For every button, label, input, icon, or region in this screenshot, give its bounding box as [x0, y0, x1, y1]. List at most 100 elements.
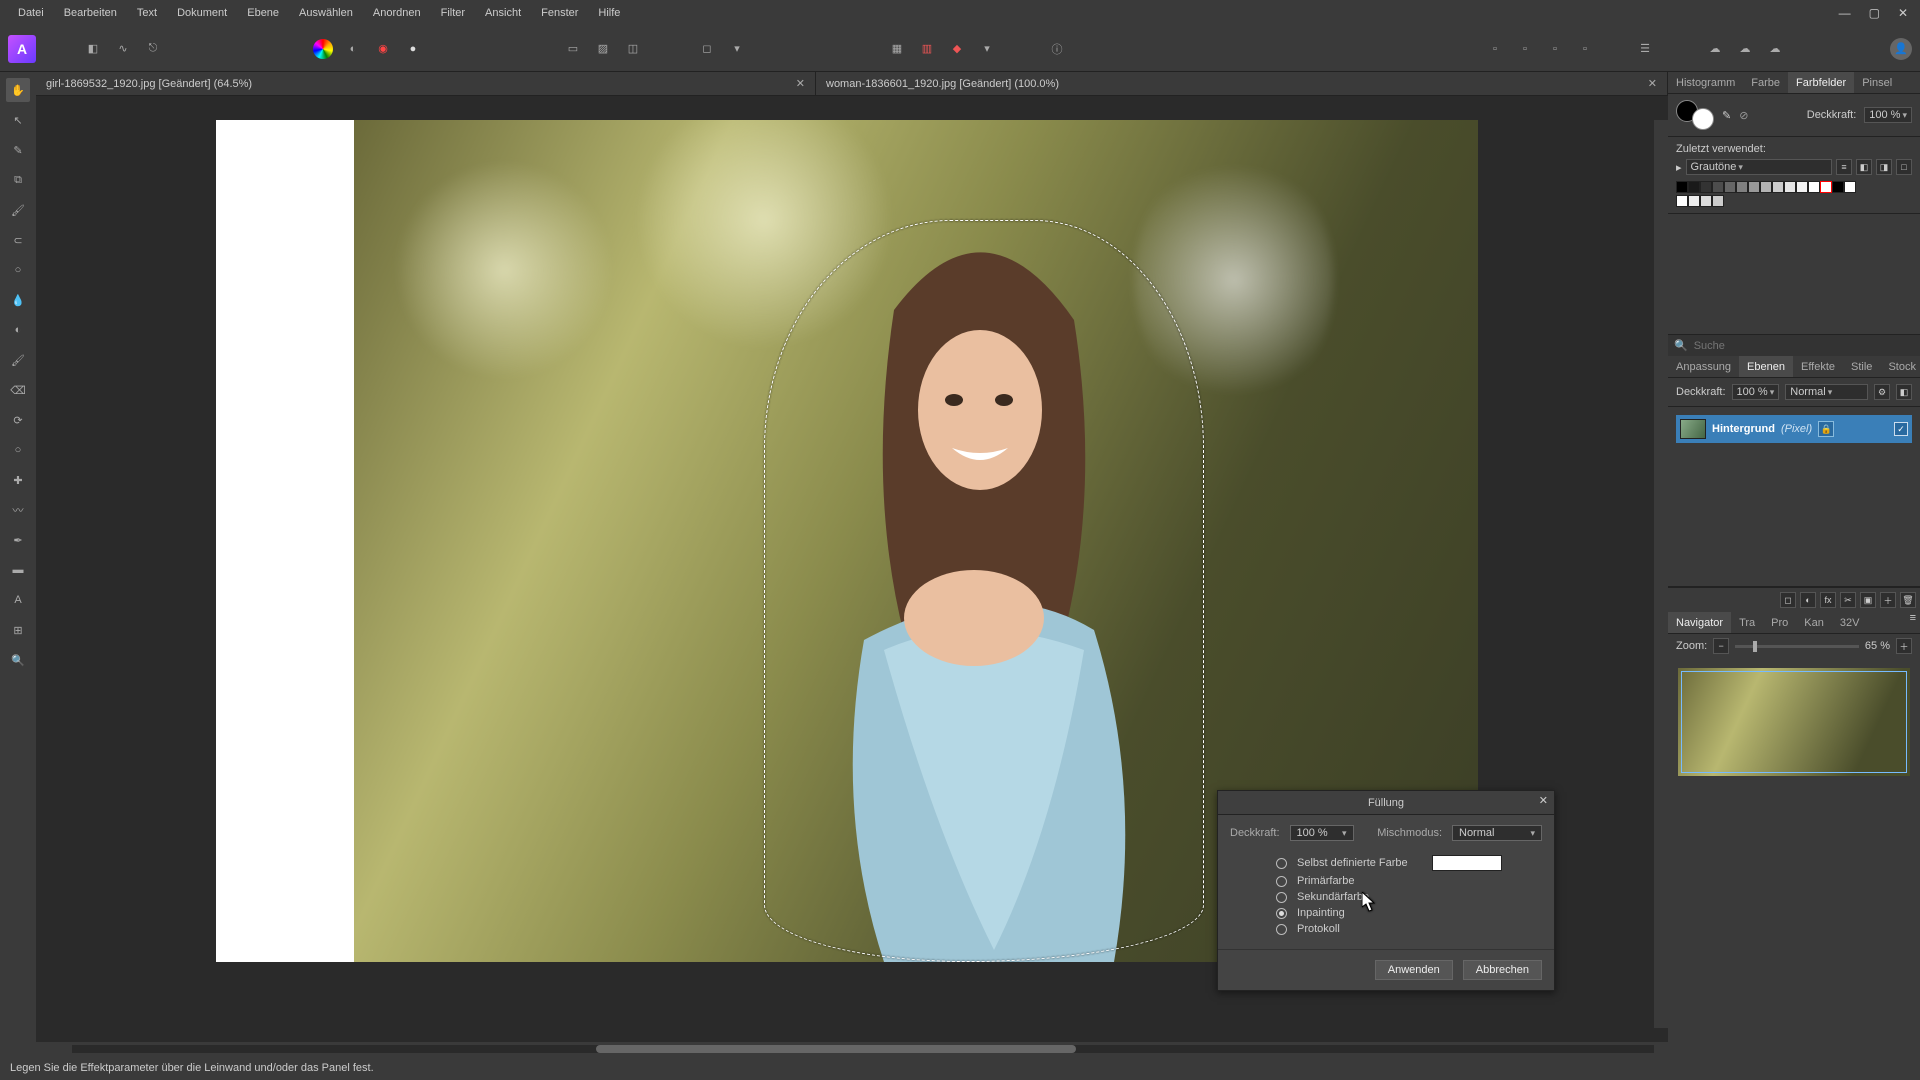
- zoom-out-icon[interactable]: −: [1713, 638, 1729, 654]
- fill-option-0[interactable]: Selbst definierte Farbe: [1230, 855, 1542, 871]
- tab-ebenen[interactable]: Ebenen: [1739, 356, 1793, 377]
- radio-icon[interactable]: [1276, 924, 1287, 935]
- erase-tool-icon[interactable]: ⌫: [6, 378, 30, 402]
- radio-icon[interactable]: [1276, 858, 1287, 869]
- tab-kan[interactable]: Kan: [1796, 612, 1832, 633]
- quickmask-icon[interactable]: ◻: [695, 37, 719, 61]
- color-wheel-icon[interactable]: [311, 37, 335, 61]
- eyedropper-mini-icon[interactable]: ✎: [1722, 109, 1731, 122]
- menu-ebene[interactable]: Ebene: [237, 7, 289, 19]
- dialog-blend-combo[interactable]: Normal: [1452, 825, 1542, 841]
- layers-adjust-icon[interactable]: ◐: [1800, 592, 1816, 608]
- persona-photo-icon[interactable]: [51, 37, 75, 61]
- move-tool-icon[interactable]: ↖: [6, 108, 30, 132]
- layers-fx-icon[interactable]: fx: [1820, 592, 1836, 608]
- select-deselect-icon[interactable]: ▨: [591, 37, 615, 61]
- menu-anordnen[interactable]: Anordnen: [363, 7, 431, 19]
- tab-32v[interactable]: 32V: [1832, 612, 1868, 633]
- select-brush-tool-icon[interactable]: 🖌: [6, 198, 30, 222]
- layers-group-icon[interactable]: ▣: [1860, 592, 1876, 608]
- mirror-icon[interactable]: ◆: [945, 37, 969, 61]
- persona-liquify-icon[interactable]: ◧: [81, 37, 105, 61]
- shape-tool-icon[interactable]: ▬: [6, 558, 30, 582]
- pen-tool-icon[interactable]: ✒: [6, 528, 30, 552]
- fg-bg-swatch[interactable]: [1676, 100, 1714, 130]
- layer-opacity-dropdown[interactable]: 100 %: [1732, 384, 1780, 400]
- color-picker-tool-icon[interactable]: ✎: [6, 138, 30, 162]
- apply-button[interactable]: Anwenden: [1375, 960, 1453, 980]
- layers-delete-icon[interactable]: 🗑: [1900, 592, 1916, 608]
- quickmask-drop-icon[interactable]: ▾: [725, 37, 749, 61]
- fill-option-1[interactable]: Primärfarbe: [1230, 875, 1542, 887]
- radio-icon[interactable]: [1276, 908, 1287, 919]
- arrange-4-icon[interactable]: ▫: [1573, 37, 1597, 61]
- dodge-tool-icon[interactable]: ○: [6, 438, 30, 462]
- layer-extra-icon[interactable]: ◧: [1896, 384, 1912, 400]
- menu-ansicht[interactable]: Ansicht: [475, 7, 531, 19]
- text-tool-icon[interactable]: A: [6, 588, 30, 612]
- mesh-tool-icon[interactable]: ⊞: [6, 618, 30, 642]
- menu-text[interactable]: Text: [127, 7, 167, 19]
- custom-color-swatch[interactable]: [1432, 855, 1502, 871]
- split-icon[interactable]: ▥: [915, 37, 939, 61]
- persona-develop-icon[interactable]: ∿: [111, 37, 135, 61]
- minimize-icon[interactable]: —: [1839, 6, 1851, 20]
- paint-brush-tool-icon[interactable]: 🖌: [6, 348, 30, 372]
- menu-filter[interactable]: Filter: [431, 7, 475, 19]
- blend-mode-dropdown[interactable]: Normal: [1785, 384, 1868, 400]
- clone-tool-icon[interactable]: ⟳: [6, 408, 30, 432]
- close-tab-2-icon[interactable]: ✕: [1648, 77, 1657, 90]
- fill-option-2[interactable]: Sekundärfarbe: [1230, 891, 1542, 903]
- radio-icon[interactable]: [1276, 876, 1287, 887]
- cloud-1-icon[interactable]: ☁: [1703, 37, 1727, 61]
- info-icon[interactable]: ⓘ: [1045, 37, 1069, 61]
- smudge-tool-icon[interactable]: 〰: [6, 498, 30, 522]
- flood-tool-icon[interactable]: 💧: [6, 288, 30, 312]
- radio-icon[interactable]: [1276, 892, 1287, 903]
- select-refine-icon[interactable]: ◫: [621, 37, 645, 61]
- select-lasso-tool-icon[interactable]: ⊂: [6, 228, 30, 252]
- sphere-icon[interactable]: ●: [401, 37, 425, 61]
- palette-preset-dropdown[interactable]: Grautöne: [1686, 159, 1832, 175]
- menu-hilfe[interactable]: Hilfe: [588, 7, 630, 19]
- layer-cog-icon[interactable]: ⚙: [1874, 384, 1890, 400]
- grayscale-swatch-grid[interactable]: [1676, 181, 1912, 193]
- tab-pinsel[interactable]: Pinsel: [1854, 72, 1900, 93]
- hand-tool-icon[interactable]: ✋: [6, 78, 30, 102]
- layer-lock-icon[interactable]: 🔒: [1818, 421, 1834, 437]
- tab-histogramm[interactable]: Histogramm: [1668, 72, 1743, 93]
- tab-effekte[interactable]: Effekte: [1793, 356, 1843, 377]
- arrange-1-icon[interactable]: ▫: [1483, 37, 1507, 61]
- layer-row-background[interactable]: Hintergrund (Pixel) 🔒 ✓: [1676, 415, 1912, 443]
- tab-tra[interactable]: Tra: [1731, 612, 1763, 633]
- tab-stile[interactable]: Stile: [1843, 356, 1880, 377]
- cloud-3-icon[interactable]: ☁: [1763, 37, 1787, 61]
- align-icon[interactable]: ☰: [1633, 37, 1657, 61]
- layers-mask-icon[interactable]: ◻: [1780, 592, 1796, 608]
- menu-fenster[interactable]: Fenster: [531, 7, 588, 19]
- tab-navigator[interactable]: Navigator: [1668, 612, 1731, 633]
- cancel-button[interactable]: Abbrechen: [1463, 960, 1542, 980]
- account-avatar[interactable]: 👤: [1890, 38, 1912, 60]
- fill-option-3[interactable]: Inpainting: [1230, 907, 1542, 919]
- tab-farbe[interactable]: Farbe: [1743, 72, 1788, 93]
- arrange-2-icon[interactable]: ▫: [1513, 37, 1537, 61]
- gradient-tool-icon[interactable]: ◐: [6, 318, 30, 342]
- arrange-3-icon[interactable]: ▫: [1543, 37, 1567, 61]
- dialog-close-icon[interactable]: ✕: [1539, 794, 1548, 807]
- vertical-scrollbar[interactable]: [1654, 120, 1668, 1028]
- horizontal-scrollbar[interactable]: [36, 1042, 1668, 1056]
- palette-opts-3-icon[interactable]: ◨: [1876, 159, 1892, 175]
- select-rect-icon[interactable]: ▭: [561, 37, 585, 61]
- panel-menu-3-icon[interactable]: ≡: [1906, 612, 1920, 633]
- zoom-tool-icon[interactable]: 🔍: [6, 648, 30, 672]
- tab-stock[interactable]: Stock: [1880, 356, 1920, 377]
- no-color-icon[interactable]: ⊘: [1739, 109, 1748, 122]
- grid-icon[interactable]: ▦: [885, 37, 909, 61]
- tab-farbfelder[interactable]: Farbfelder: [1788, 72, 1854, 93]
- dialog-opacity-combo[interactable]: 100 %: [1290, 825, 1354, 841]
- cloud-2-icon[interactable]: ☁: [1733, 37, 1757, 61]
- document-tab-2[interactable]: woman-1836601_1920.jpg [Geändert] (100.0…: [816, 72, 1668, 95]
- fill-option-4[interactable]: Protokoll: [1230, 923, 1542, 935]
- palette-opts-1-icon[interactable]: ≡: [1836, 159, 1852, 175]
